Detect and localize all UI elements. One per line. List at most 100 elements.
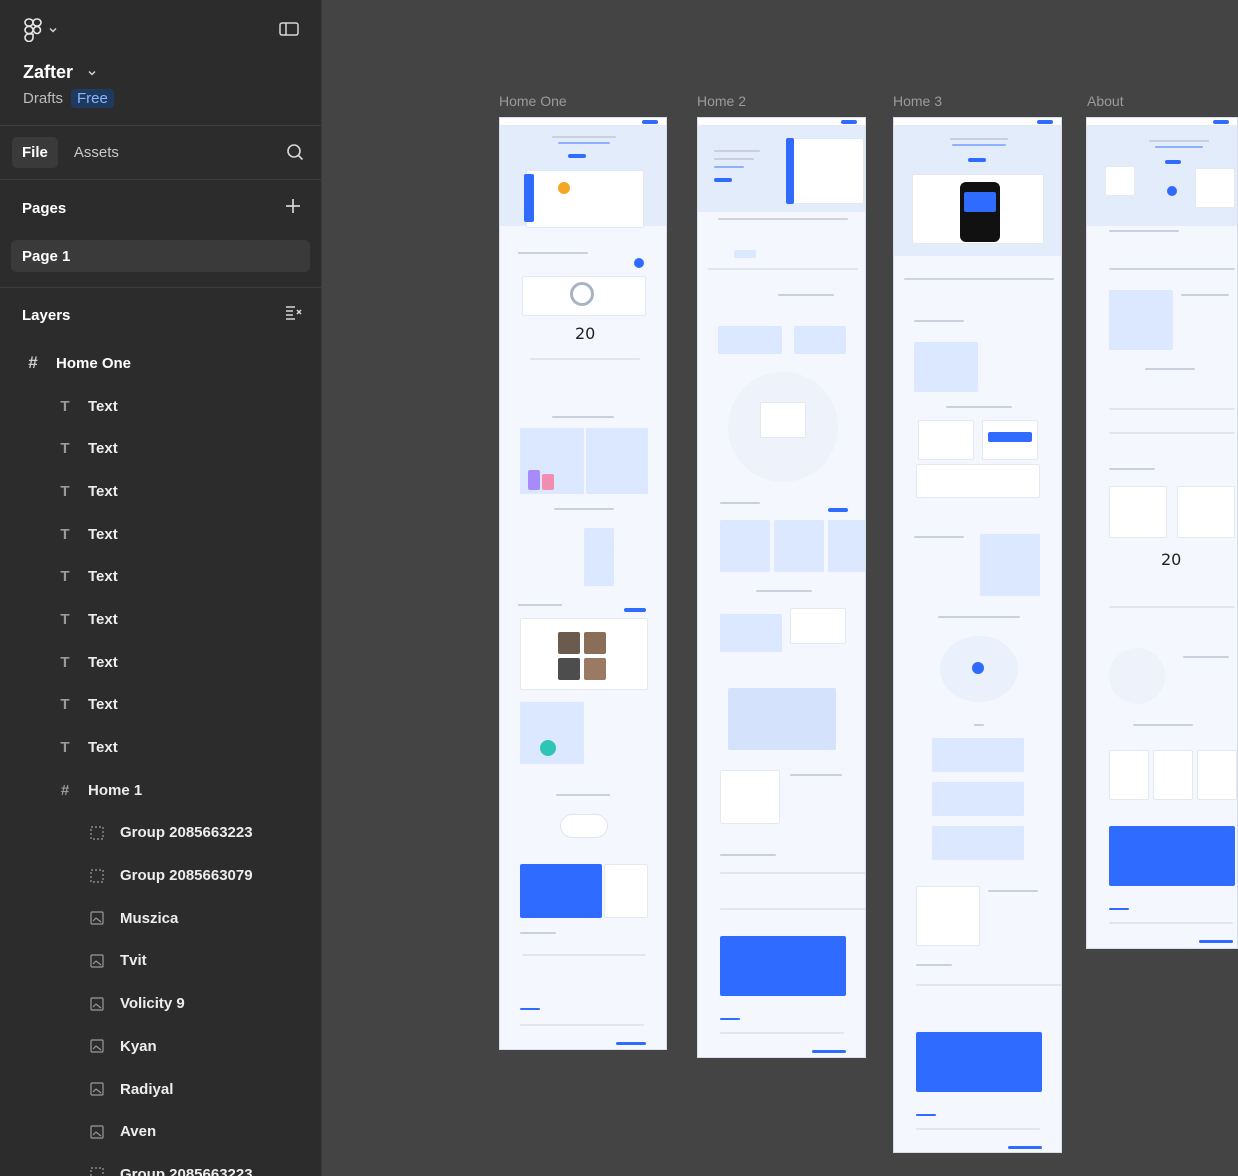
- tab-file[interactable]: File: [12, 137, 58, 168]
- layer-item[interactable]: Group 2085663079: [0, 854, 321, 897]
- layer-label: Home One: [56, 354, 132, 372]
- layer-label: Radiyal: [120, 1080, 174, 1098]
- layer-item[interactable]: Tvit: [0, 940, 321, 983]
- layer-label: Text: [88, 440, 118, 458]
- feature-card: [918, 420, 974, 460]
- chart-card: [1109, 486, 1167, 538]
- group-icon: [88, 1165, 106, 1176]
- footer-badges: [616, 1042, 646, 1045]
- feature-card: [586, 428, 648, 494]
- logo-bubble: [560, 814, 608, 838]
- layer-item[interactable]: T Text: [0, 385, 321, 428]
- testimonials-row: [720, 908, 865, 910]
- frame-home-3[interactable]: [893, 117, 1062, 1153]
- section-heading: [988, 890, 1038, 892]
- layer-item[interactable]: T Text: [0, 470, 321, 513]
- layer-label: Aven: [120, 1123, 157, 1141]
- orbit-center-card: [760, 402, 806, 438]
- testimonials-row: [720, 872, 865, 874]
- layer-label: Group 2085663079: [120, 867, 253, 885]
- chart-card: [720, 770, 780, 824]
- layer-item[interactable]: T Text: [0, 427, 321, 470]
- phone-preview: [584, 528, 614, 586]
- section-heading: [1109, 468, 1155, 470]
- feature-card: [828, 520, 865, 572]
- team-photo: [558, 632, 580, 654]
- layer-item[interactable]: Aven: [0, 1110, 321, 1153]
- section-heading: [518, 252, 588, 254]
- footer-badges: [812, 1050, 846, 1053]
- plus-icon: [285, 199, 301, 218]
- layer-item[interactable]: # Home One: [0, 342, 321, 385]
- search-button[interactable]: [286, 143, 304, 166]
- section-heading: [518, 604, 562, 606]
- section-heading: [916, 964, 952, 966]
- section-heading: [556, 794, 610, 796]
- feature-card: [720, 520, 770, 572]
- steps-card: [932, 738, 1024, 772]
- layers-title: Layers: [22, 306, 71, 324]
- layer-item[interactable]: Muszica: [0, 897, 321, 940]
- text-icon: T: [60, 653, 70, 671]
- layer-item[interactable]: T Text: [0, 726, 321, 769]
- section-heading: [720, 854, 776, 856]
- layer-item[interactable]: Group 2085663223: [0, 1153, 321, 1176]
- text-icon: T: [60, 482, 70, 500]
- section-label: [974, 724, 984, 726]
- frame-label[interactable]: Home One: [499, 93, 567, 109]
- drafts-link[interactable]: Drafts: [23, 90, 63, 107]
- layer-item[interactable]: T Text: [0, 555, 321, 598]
- section-heading: [914, 536, 964, 538]
- project-title-button[interactable]: Zafter: [23, 62, 97, 83]
- feature-card: [718, 326, 782, 354]
- layer-item[interactable]: Group 2085663223: [0, 812, 321, 855]
- layer-label: Kyan: [120, 1037, 157, 1055]
- image-icon: [88, 1080, 106, 1098]
- hero-subheading: [952, 144, 1006, 146]
- layer-label: Home 1: [88, 781, 143, 799]
- layers-section: Layers # Home One T Text T Text T Text T Tex…: [0, 288, 321, 1176]
- logo-row: [708, 268, 858, 270]
- layer-item[interactable]: T Text: [0, 513, 321, 556]
- chart-card: [916, 886, 980, 946]
- plan-badge: Free: [71, 89, 114, 108]
- steps-card: [932, 782, 1024, 816]
- layer-label: Text: [88, 482, 118, 500]
- sidebar-toggle-button[interactable]: [279, 21, 299, 42]
- page-item-1[interactable]: Page 1: [11, 240, 310, 272]
- layer-item[interactable]: Radiyal: [0, 1068, 321, 1111]
- layer-label: Text: [88, 568, 118, 586]
- layer-item[interactable]: T Text: [0, 641, 321, 684]
- hero-heading: [714, 158, 754, 160]
- main-menu-button[interactable]: [24, 18, 58, 42]
- orbit-center: [972, 662, 984, 674]
- collapse-layers-button[interactable]: [285, 305, 303, 325]
- steps-stack: [728, 688, 836, 750]
- frame-about[interactable]: 20: [1086, 117, 1238, 949]
- layer-item[interactable]: T Text: [0, 684, 321, 727]
- frame-label[interactable]: About: [1087, 93, 1124, 109]
- layer-item[interactable]: # Home 1: [0, 769, 321, 812]
- layer-item[interactable]: Volicity 9: [0, 982, 321, 1025]
- frame-label[interactable]: Home 2: [697, 93, 746, 109]
- team-photo: [584, 632, 606, 654]
- cta-banner: [1109, 826, 1235, 886]
- cta-banner: [720, 936, 846, 996]
- add-page-button[interactable]: [285, 198, 301, 219]
- frame-home-one[interactable]: 20: [499, 117, 667, 1050]
- float-card: [1195, 168, 1235, 208]
- layer-item[interactable]: Kyan: [0, 1025, 321, 1068]
- layer-label: Muszica: [120, 909, 179, 927]
- feature-card: [1109, 290, 1173, 350]
- design-canvas[interactable]: Home One 20 Home 2 Home 3 About 20: [322, 0, 1238, 1176]
- feature-card: [914, 342, 978, 392]
- frame-label[interactable]: Home 3: [893, 93, 942, 109]
- hero-heading: [552, 136, 616, 138]
- footer-logo: [916, 1114, 936, 1116]
- layer-item[interactable]: T Text: [0, 598, 321, 641]
- tab-assets[interactable]: Assets: [64, 137, 129, 168]
- layer-label: Tvit: [120, 952, 147, 970]
- avatar-dot: [1167, 186, 1177, 196]
- hero-cta: [714, 178, 732, 182]
- frame-home-2[interactable]: [697, 117, 866, 1058]
